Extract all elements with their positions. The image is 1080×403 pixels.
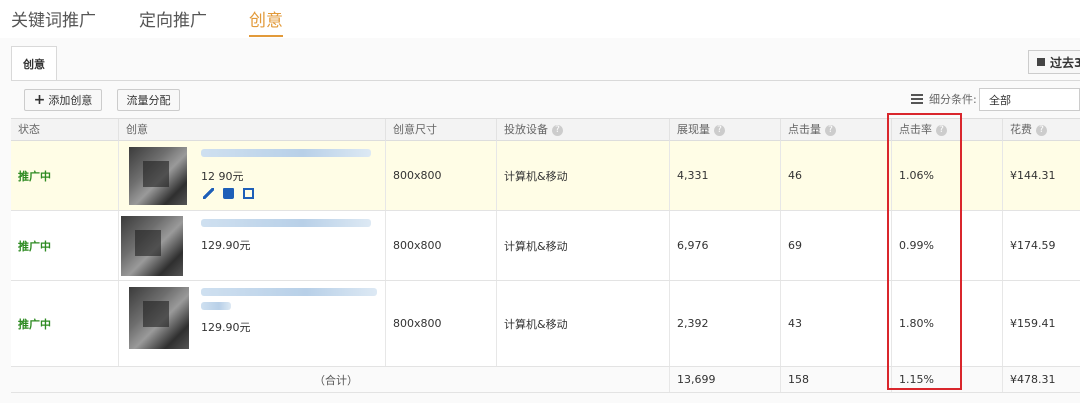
- filter-select[interactable]: 全部: [979, 88, 1080, 111]
- table-row: 推广中 12 90元 800x800 计算机&移动 4,331 46 1.06%…: [11, 141, 1080, 211]
- total-label: （合计）: [314, 373, 358, 387]
- add-creative-button[interactable]: + 添加创意: [24, 89, 102, 111]
- ctr-value: 0.99%: [891, 211, 1002, 280]
- cost-value: ¥144.31: [1002, 141, 1080, 210]
- ctr-value: 1.06%: [891, 141, 1002, 210]
- header-size: 创意尺寸: [385, 119, 496, 141]
- help-icon[interactable]: ?: [552, 124, 563, 136]
- tab-targeted-promotion[interactable]: 定向推广: [139, 6, 207, 31]
- filter-condition: 细分条件:: [911, 91, 977, 107]
- creative-thumbnail[interactable]: [129, 287, 189, 349]
- header-status: 状态: [18, 123, 40, 136]
- clicks-value: 43: [780, 281, 891, 366]
- creative-title-link[interactable]: [201, 219, 371, 227]
- ctr-value: 1.80%: [891, 281, 1002, 366]
- delivery-device: 计算机&移动: [496, 211, 669, 280]
- table-row: 推广中 129.90元 800x800 计算机&移动 2,392 43 1.80…: [11, 281, 1080, 367]
- help-icon[interactable]: ?: [1036, 124, 1047, 136]
- table-row: 推广中 129.90元 800x800 计算机&移动 6,976 69 0.99…: [11, 211, 1080, 281]
- filter-label: 细分条件:: [929, 93, 977, 106]
- help-icon[interactable]: ?: [936, 124, 947, 136]
- total-cost: ¥478.31: [1002, 367, 1080, 392]
- delete-icon[interactable]: [223, 188, 234, 199]
- calendar-icon: [1037, 58, 1045, 66]
- cost-value: ¥174.59: [1002, 211, 1080, 280]
- total-clicks: 158: [780, 367, 891, 392]
- impressions-value: 6,976: [669, 211, 780, 280]
- status-text: 推广中: [18, 169, 51, 183]
- creative-title-link[interactable]: [201, 288, 377, 296]
- creative-title-link-line2[interactable]: [201, 302, 231, 310]
- creative-price: 129.90元: [201, 239, 251, 252]
- cost-value: ¥159.41: [1002, 281, 1080, 366]
- creative-cell: 12 90元: [118, 141, 385, 210]
- creative-price: 12 90元: [201, 170, 244, 183]
- plus-icon: +: [33, 92, 46, 108]
- header-cost: 花费?: [1002, 119, 1080, 141]
- creative-title-link[interactable]: [201, 149, 371, 157]
- top-nav: 关键词推广 定向推广 创意: [0, 0, 1080, 38]
- creative-size: 800x800: [385, 211, 496, 280]
- creative-cell: 129.90元: [118, 281, 385, 366]
- header-creative: 创意: [118, 119, 385, 141]
- header-ctr: 点击率?: [891, 119, 1002, 141]
- impressions-value: 2,392: [669, 281, 780, 366]
- subtab-creative[interactable]: 创意: [11, 46, 57, 80]
- traffic-allocation-button[interactable]: 流量分配: [117, 89, 180, 111]
- status-text: 推广中: [18, 317, 51, 331]
- subtab-divider: [11, 80, 1080, 81]
- copy-icon[interactable]: [243, 188, 254, 199]
- creative-thumbnail[interactable]: [129, 147, 187, 205]
- creative-cell: 129.90元: [118, 211, 385, 280]
- creative-size: 800x800: [385, 141, 496, 210]
- tab-keyword-promotion[interactable]: 关键词推广: [11, 6, 96, 31]
- list-icon: [911, 94, 923, 104]
- total-impressions: 13,699: [669, 367, 780, 392]
- add-creative-label: 添加创意: [48, 94, 93, 107]
- edit-icon[interactable]: [203, 188, 214, 199]
- date-range-label: 过去3: [1050, 55, 1080, 70]
- total-ctr: 1.15%: [891, 367, 1002, 392]
- impressions-value: 4,331: [669, 141, 780, 210]
- header-clicks: 点击量?: [780, 119, 891, 141]
- creative-size: 800x800: [385, 281, 496, 366]
- help-icon[interactable]: ?: [714, 124, 725, 136]
- total-row: （合计） 13,699 158 1.15% ¥478.31: [11, 367, 1080, 393]
- status-text: 推广中: [18, 239, 51, 253]
- header-impressions: 展现量?: [669, 119, 780, 141]
- tab-creative[interactable]: 创意: [249, 6, 283, 37]
- delivery-device: 计算机&移动: [496, 141, 669, 210]
- help-icon[interactable]: ?: [825, 124, 836, 136]
- creative-thumbnail[interactable]: [121, 216, 183, 276]
- header-device: 投放设备?: [496, 119, 669, 141]
- creative-price: 129.90元: [201, 321, 251, 334]
- clicks-value: 69: [780, 211, 891, 280]
- date-range-button[interactable]: 过去3: [1028, 50, 1080, 74]
- clicks-value: 46: [780, 141, 891, 210]
- table-header: 状态 创意 创意尺寸 投放设备? 展现量? 点击量? 点击率? 花费?: [11, 118, 1080, 141]
- delivery-device: 计算机&移动: [496, 281, 669, 366]
